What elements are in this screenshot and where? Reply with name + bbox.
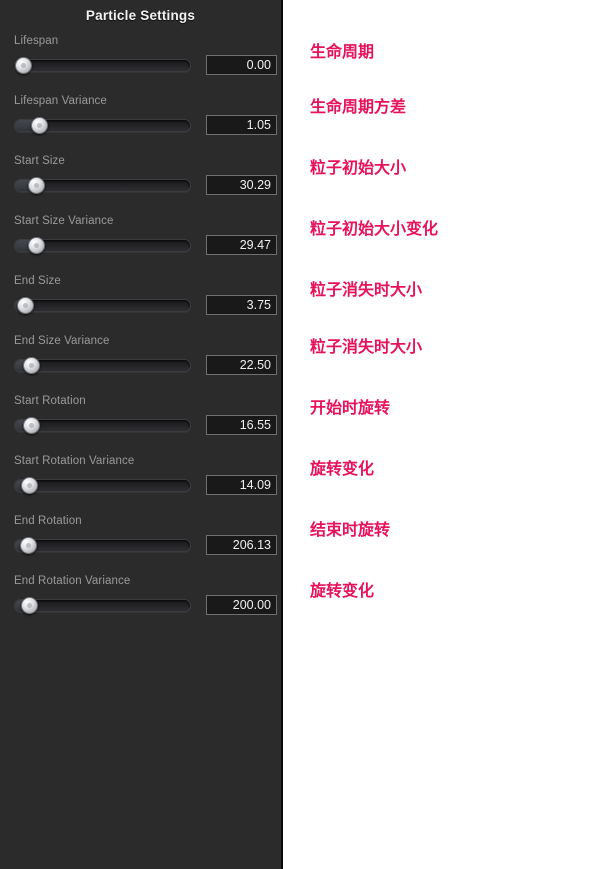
value-field-end-rotation-variance[interactable]: 200.00 — [206, 595, 277, 615]
slider-start-rotation[interactable] — [14, 417, 191, 434]
slider-thumb[interactable] — [27, 177, 45, 194]
slider-track[interactable] — [14, 419, 191, 432]
slider-thumb[interactable] — [22, 417, 40, 434]
slider-end-rotation[interactable] — [14, 537, 191, 554]
slider-thumb[interactable] — [19, 537, 37, 554]
annotation-label: 开始时旋转 — [310, 398, 391, 417]
setting-controls: 30.29 — [14, 175, 281, 197]
annotation-overlay: 生命周期生命周期方差 粒子初始大小粒子初始大小变化 粒子消失时大小 粒子消失时大小 开始… — [283, 0, 600, 869]
setting-label-end-size: End Size — [14, 275, 61, 287]
setting-row-start-rotation-variance: Start Rotation Variance 14.09 — [0, 454, 281, 514]
slider-track[interactable] — [14, 299, 191, 312]
annotation-label: 生命周期 — [310, 42, 375, 61]
particle-settings-panel: Particle Settings Lifespan 0.00 Lifespan V… — [0, 0, 283, 869]
setting-controls: 29.47 — [14, 235, 281, 257]
setting-controls: 16.55 — [14, 415, 281, 437]
setting-controls: 206.13 — [14, 535, 281, 557]
annotation-label: 粒子初始大小变化 — [310, 219, 439, 238]
setting-row-start-rotation: Start Rotation 16.55 — [0, 394, 281, 454]
value-field-lifespan[interactable]: 0.00 — [206, 55, 277, 75]
value-field-start-rotation[interactable]: 16.55 — [206, 415, 277, 435]
setting-label-lifespan-variance: Lifespan Variance — [14, 95, 107, 107]
setting-row-start-size: Start Size 30.29 — [0, 154, 281, 214]
setting-label-start-rotation: Start Rotation — [14, 395, 86, 407]
slider-track[interactable] — [14, 59, 191, 72]
value-field-start-rotation-variance[interactable]: 14.09 — [206, 475, 277, 495]
setting-row-lifespan-variance: Lifespan Variance 1.05 — [0, 94, 281, 154]
annotation-label: 粒子消失时大小 — [310, 280, 423, 299]
settings-row-list: Lifespan 0.00 Lifespan Variance 1.05 Start S… — [0, 34, 281, 634]
setting-controls: 14.09 — [14, 475, 281, 497]
setting-label-start-rotation-variance: Start Rotation Variance — [14, 455, 135, 467]
value-field-lifespan-variance[interactable]: 1.05 — [206, 115, 277, 135]
annotation-label: 粒子初始大小 — [310, 158, 407, 177]
setting-label-start-size: Start Size — [14, 155, 65, 167]
setting-label-start-size-variance: Start Size Variance — [14, 215, 114, 227]
setting-row-lifespan: Lifespan 0.00 — [0, 34, 281, 94]
value-field-start-size[interactable]: 30.29 — [206, 175, 277, 195]
setting-controls: 22.50 — [14, 355, 281, 377]
annotation-label: 粒子消失时大小 — [310, 337, 423, 356]
setting-label-lifespan: Lifespan — [14, 35, 59, 47]
slider-start-size[interactable] — [14, 177, 191, 194]
setting-row-end-size-variance: End Size Variance 22.50 — [0, 334, 281, 394]
slider-end-rotation-variance[interactable] — [14, 597, 191, 614]
setting-label-end-rotation: End Rotation — [14, 515, 82, 527]
slider-track[interactable] — [14, 539, 191, 552]
setting-controls: 3.75 — [14, 295, 281, 317]
particle-settings-screen: Particle Settings Lifespan 0.00 Lifespan V… — [0, 0, 600, 869]
setting-controls: 0.00 — [14, 55, 281, 77]
setting-row-start-size-variance: Start Size Variance 29.47 — [0, 214, 281, 274]
slider-end-size[interactable] — [14, 297, 191, 314]
value-field-end-size[interactable]: 3.75 — [206, 295, 277, 315]
setting-row-end-rotation-variance: End Rotation Variance 200.00 — [0, 574, 281, 634]
setting-controls: 200.00 — [14, 595, 281, 617]
slider-thumb[interactable] — [27, 237, 45, 254]
slider-start-size-variance[interactable] — [14, 237, 191, 254]
annotation-label: 生命周期方差 — [310, 97, 407, 116]
value-field-end-size-variance[interactable]: 22.50 — [206, 355, 277, 375]
setting-label-end-size-variance: End Size Variance — [14, 335, 110, 347]
slider-lifespan-variance[interactable] — [14, 117, 191, 134]
slider-lifespan[interactable] — [14, 57, 191, 74]
slider-track[interactable] — [14, 599, 191, 612]
slider-thumb[interactable] — [30, 117, 48, 134]
value-field-end-rotation[interactable]: 206.13 — [206, 535, 277, 555]
setting-label-end-rotation-variance: End Rotation Variance — [14, 575, 131, 587]
annotation-label: 旋转变化 — [310, 459, 375, 478]
slider-track[interactable] — [14, 479, 191, 492]
setting-row-end-rotation: End Rotation 206.13 — [0, 514, 281, 574]
slider-end-size-variance[interactable] — [14, 357, 191, 374]
annotation-label: 结束时旋转 — [310, 520, 391, 539]
slider-start-rotation-variance[interactable] — [14, 477, 191, 494]
slider-thumb[interactable] — [22, 357, 40, 374]
slider-track[interactable] — [14, 359, 191, 372]
annotation-label: 旋转变化 — [310, 581, 375, 600]
setting-controls: 1.05 — [14, 115, 281, 137]
slider-thumb[interactable] — [15, 57, 32, 74]
value-field-start-size-variance[interactable]: 29.47 — [206, 235, 277, 255]
page-title: Particle Settings — [85, 8, 196, 23]
setting-row-end-size: End Size 3.75 — [0, 274, 281, 334]
slider-thumb[interactable] — [16, 297, 34, 314]
